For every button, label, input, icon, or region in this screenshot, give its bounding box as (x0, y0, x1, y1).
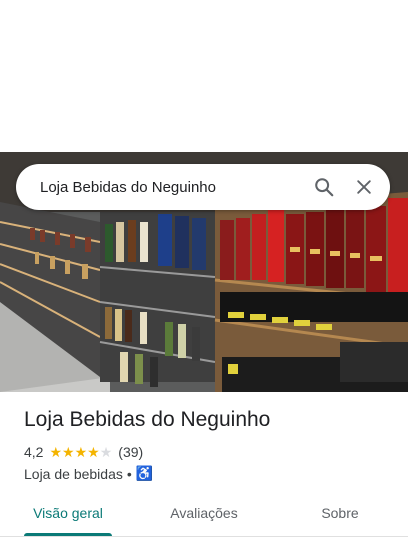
search-bar[interactable]: Loja Bebidas do Neguinho (16, 164, 390, 210)
star-empty-icon: ★ (99, 444, 113, 460)
star-icon: ★ (62, 444, 75, 460)
tab-about[interactable]: Sobre (272, 494, 408, 534)
close-icon (357, 180, 371, 194)
rating-row[interactable]: 4,2 ★ ★ ★ ★ ★ (39) (24, 444, 143, 460)
review-count[interactable]: (39) (118, 444, 143, 460)
map-blank-area (0, 0, 408, 152)
category-row: Loja de bebidas • ♿ (24, 465, 153, 482)
tab-reviews[interactable]: Avaliações (136, 494, 272, 534)
rating-value: 4,2 (24, 444, 44, 460)
star-icon: ★ (74, 444, 88, 460)
place-tabs: Visão geral Avaliações Sobre (0, 494, 408, 536)
search-button[interactable] (304, 167, 344, 207)
star-icon: ★ (49, 444, 63, 460)
tabs-divider (0, 536, 408, 537)
star-icon: ★ (87, 444, 100, 460)
tab-overview[interactable]: Visão geral (0, 494, 136, 536)
wheelchair-icon: ♿ (135, 465, 154, 481)
separator: • (126, 465, 132, 482)
place-category: Loja de bebidas (24, 465, 123, 482)
rating-stars: ★ ★ ★ ★ ★ (49, 445, 112, 459)
close-button[interactable] (344, 167, 384, 207)
search-query[interactable]: Loja Bebidas do Neguinho (16, 179, 304, 196)
search-icon (315, 178, 334, 197)
place-title: Loja Bebidas do Neguinho (24, 408, 271, 431)
